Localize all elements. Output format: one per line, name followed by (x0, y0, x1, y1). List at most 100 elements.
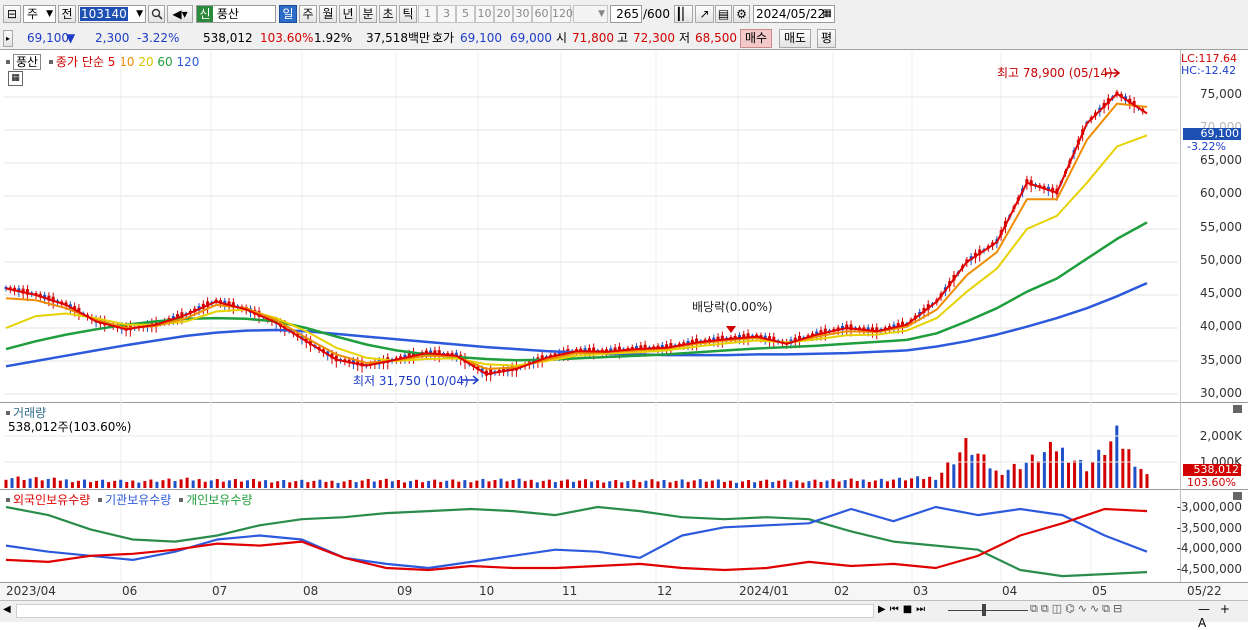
volume-bar (1000, 474, 1004, 488)
low-annotation: 최저 31,750 (10/04) (353, 374, 469, 388)
dividend-annotation: 배당락(0.00%) (692, 300, 773, 314)
y-tick: 65,000 (1200, 153, 1242, 167)
scroll-left-icon[interactable]: ◀ (3, 603, 15, 617)
save-icon[interactable]: ▤ (715, 5, 732, 23)
holdings-institution-line (5, 505, 1148, 570)
period-month[interactable]: 월 (319, 5, 337, 23)
panel-close-icon[interactable] (1233, 405, 1242, 413)
date-input[interactable]: 2024/05/22 ▦ (753, 5, 835, 23)
volume-bar (384, 478, 388, 488)
period-number-3[interactable]: 3 (437, 5, 456, 23)
panel-close-icon[interactable] (1233, 492, 1242, 500)
volume-bar (885, 481, 889, 488)
period-number-5[interactable]: 5 (456, 5, 475, 23)
volume-bar (638, 482, 642, 488)
volume-bar (306, 482, 310, 488)
volume-bar (318, 479, 322, 488)
y-tick: 30,000 (1200, 386, 1242, 400)
volume-bar (590, 481, 594, 488)
volume-bar (897, 477, 901, 488)
y-tick: 35,000 (1200, 353, 1242, 367)
period-tick[interactable]: 틱 (399, 5, 417, 23)
quote-turnover: 1.92% (314, 31, 353, 45)
y-tick: 75,000 (1200, 87, 1242, 101)
eval-button[interactable]: 평 (817, 29, 836, 48)
view-tools-icon[interactable]: ⧉⧉◫⌬∿∿⧉⊟ (1030, 602, 1125, 616)
stock-code-value: 103140 (80, 7, 128, 21)
volume-bar (1060, 447, 1064, 488)
volume-bar (22, 480, 26, 488)
line-draw-icon[interactable]: ↗ (695, 5, 714, 23)
period-day[interactable]: 일 (279, 5, 297, 23)
volume-bar (843, 480, 847, 488)
prev-button[interactable]: 전 (58, 5, 76, 23)
playback-controls[interactable]: ▶⏮■⏭ (878, 603, 929, 617)
speaker-icon[interactable]: ◀▾ (167, 5, 193, 23)
volume-bar (64, 479, 68, 488)
stock-code-input[interactable]: 103140 ▼ (78, 5, 146, 23)
candle-type-icon[interactable]: ┃▏ (674, 5, 693, 23)
volume-bar (481, 478, 485, 488)
data-count-input[interactable]: 265 (610, 5, 642, 23)
chevron-down-icon: ▼ (46, 9, 53, 19)
volume-bar (95, 480, 99, 488)
volume-value: 538,012주(103.60%) (8, 420, 132, 434)
quote-change: 2,300 (95, 31, 130, 45)
volume-bar (396, 479, 400, 488)
volume-bar (378, 480, 382, 488)
search-icon[interactable] (148, 5, 165, 23)
volume-bar (765, 479, 769, 488)
zoom-slider[interactable] (948, 603, 1028, 617)
volume-bar (28, 478, 32, 488)
volume-bar (1006, 469, 1010, 488)
stock-name-field[interactable]: 신 풍산 (196, 5, 276, 23)
volume-bar (674, 480, 678, 488)
volume-bar (415, 479, 419, 488)
gear-icon[interactable]: ⚙ (733, 5, 750, 23)
volume-bar (535, 482, 539, 488)
zoom-controls[interactable]: — + A (1198, 602, 1248, 630)
volume-bar (58, 480, 62, 488)
collapse-icon[interactable]: ▸ (3, 30, 13, 47)
period-year[interactable]: 년 (339, 5, 357, 23)
volume-bar (541, 480, 545, 488)
period-number-1[interactable]: 1 (418, 5, 437, 23)
period-second[interactable]: 초 (379, 5, 397, 23)
period-number-20[interactable]: 20 (494, 5, 513, 23)
volume-bar (716, 479, 720, 488)
sell-button[interactable]: 매도 (779, 29, 811, 48)
period-number-30[interactable]: 30 (513, 5, 532, 23)
buy-button[interactable]: 매수 (740, 29, 772, 48)
legend-institution[interactable]: 기관보유수량 (105, 493, 171, 507)
period-minute[interactable]: 분 (359, 5, 377, 23)
axis-divider (1180, 50, 1181, 600)
window-menu-icon[interactable]: ⊟ (3, 5, 21, 23)
price-chart[interactable] (0, 50, 1180, 598)
volume-bar (185, 477, 189, 488)
period-number-10[interactable]: 10 (475, 5, 494, 23)
volume-bar (571, 481, 575, 488)
volume-pct-tag: 103.60% (1187, 476, 1236, 489)
legend-individual[interactable]: 개인보유수량 (186, 493, 252, 507)
volume-bar (704, 481, 708, 488)
volume-bar (873, 480, 877, 488)
period-week[interactable]: 주 (299, 5, 317, 23)
volume-bar (964, 437, 968, 488)
volume-bar (970, 454, 974, 488)
y-tick: 45,000 (1200, 286, 1242, 300)
x-end-date: 05/22 (1187, 584, 1222, 598)
volume-bar (584, 479, 588, 488)
volume-bar (360, 480, 364, 488)
period-custom-select[interactable]: ▼ (573, 5, 608, 23)
scrollbar-track[interactable] (16, 604, 874, 618)
volume-bar (487, 481, 491, 488)
legend-foreign[interactable]: 외국인보유수량 (13, 493, 90, 507)
volume-bar (680, 479, 684, 488)
period-number-60[interactable]: 60 (532, 5, 551, 23)
period-number-120[interactable]: 120 (551, 5, 573, 23)
calendar-icon[interactable]: ▦ (823, 6, 832, 22)
volume-bar (722, 481, 726, 488)
volume-bar (819, 481, 823, 488)
market-type-select[interactable]: 주 ▼ (23, 5, 56, 23)
volume-bar (867, 482, 871, 488)
